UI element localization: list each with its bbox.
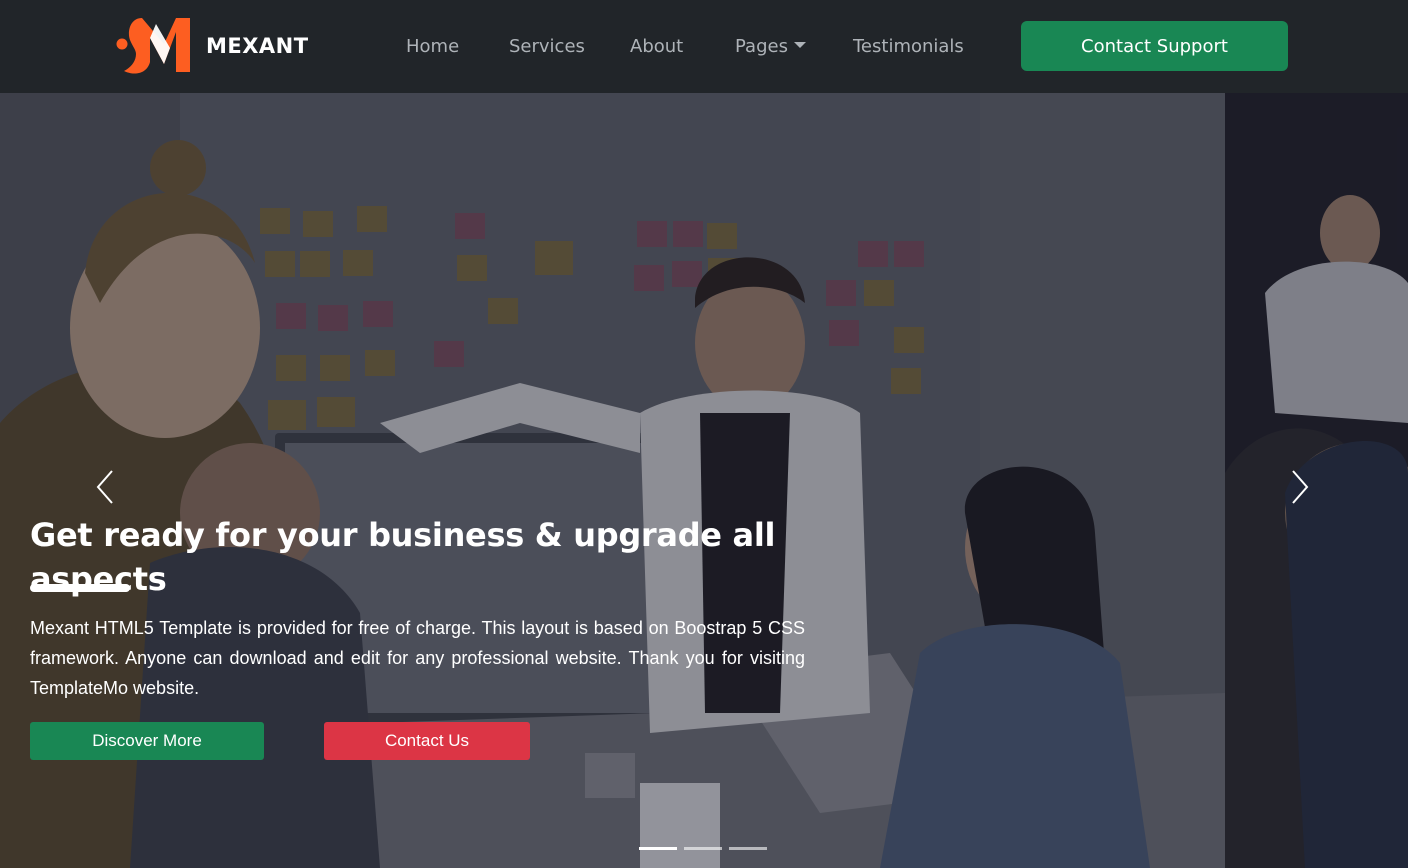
- top-navbar: MEXANT Home Services About Pages Testimo…: [0, 0, 1408, 93]
- nav-pages-label: Pages: [735, 36, 788, 57]
- hero-title: Get ready for your business & upgrade al…: [30, 516, 776, 598]
- mexant-logo-icon: [116, 18, 190, 74]
- chevron-right-icon: [1292, 470, 1309, 504]
- nav-about[interactable]: About: [630, 34, 683, 60]
- caret-down-icon: [793, 42, 806, 48]
- nav-pages-dropdown[interactable]: Pages: [735, 34, 806, 60]
- nav-services[interactable]: Services: [509, 34, 585, 60]
- carousel-prev-button[interactable]: [88, 457, 122, 517]
- chevron-left-icon: [96, 470, 113, 504]
- brand-name: MEXANT: [206, 34, 309, 58]
- hero-carousel: Get ready for your business & upgrade al…: [0, 93, 1408, 868]
- discover-more-button[interactable]: Discover More: [30, 722, 264, 760]
- contact-support-button[interactable]: Contact Support: [1021, 21, 1288, 71]
- contact-us-button[interactable]: Contact Us: [324, 722, 530, 760]
- carousel-indicator-2[interactable]: [684, 847, 722, 850]
- carousel-indicator-3[interactable]: [729, 847, 767, 850]
- brand-logo-link[interactable]: MEXANT: [116, 14, 309, 78]
- nav-home[interactable]: Home: [406, 34, 459, 60]
- carousel-indicator-1[interactable]: [639, 847, 677, 850]
- hero-description: Mexant HTML5 Template is provided for fr…: [30, 618, 805, 698]
- nav-testimonials[interactable]: Testimonials: [853, 34, 964, 60]
- carousel-next-button[interactable]: [1283, 457, 1317, 517]
- hero-title-underline: [30, 584, 130, 592]
